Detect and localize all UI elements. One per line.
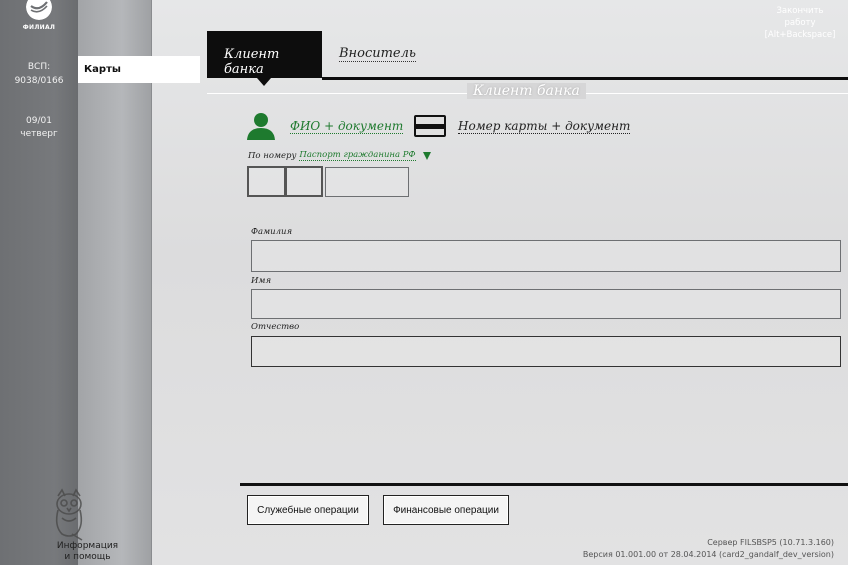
search-mode-card[interactable]: Номер карты + документ [414,112,631,140]
owl-icon[interactable] [48,486,90,542]
tab-depositor[interactable]: Вноситель [339,46,416,62]
bank-logo: ФИЛИАЛ [0,0,78,40]
help-link[interactable]: Информация и помощь [30,541,145,563]
help-label-line2: и помощь [64,552,111,562]
left-rail: ФИЛИАЛ ВСП: 9038/0166 09/01 четверг [0,0,78,565]
exit-label-line1: Закончить [776,6,824,16]
lastname-label: Фамилия [251,227,293,237]
tab-underline [322,77,848,80]
document-type-select[interactable]: Паспорт гражданина РФ [299,150,416,161]
tab-bank-client[interactable]: Клиент банка [207,31,322,78]
menu-column [78,0,152,565]
lastname-input[interactable] [251,240,841,272]
financial-operations-button[interactable]: Финансовые операции [383,495,509,525]
bottom-divider [240,483,848,486]
document-type-line: По номеру Паспорт гражданина РФ [248,150,431,161]
exit-shortcut: [Alt+Backspace] [764,30,836,40]
triangle-down-icon[interactable] [422,151,431,160]
section-title: Клиент банка [467,83,586,99]
search-mode-card-label: Номер карты + документ [458,118,631,134]
menu-item-cards[interactable]: Карты [78,56,200,83]
weekday-value: четверг [20,129,58,139]
logo-icon [26,0,52,20]
exit-label-line2: работу [784,18,816,28]
search-mode-fio-label: ФИО + документ [290,118,404,134]
server-name: Сервер FILSBSP5 (10.71.3.160) [707,538,834,547]
passport-number-input[interactable] [325,167,409,197]
patronymic-label: Отчество [251,322,300,332]
version-info: Версия 01.001.00 от 28.04.2014 (card2_ga… [582,550,834,559]
vsp-info: ВСП: 9038/0166 [0,60,78,88]
logo-text: ФИЛИАЛ [22,24,56,31]
document-prefix: По номеру [248,150,297,161]
passport-series-part2-input[interactable] [285,166,323,197]
firstname-input[interactable] [251,289,841,319]
card-icon [414,115,446,137]
patronymic-input[interactable] [251,336,841,367]
server-info: Сервер FILSBSP5 (10.71.3.160) Версия 01.… [583,537,834,561]
passport-series-part1-input[interactable] [247,166,286,197]
date-value: 09/01 [26,116,52,126]
date-info: 09/01 четверг [0,115,78,141]
vsp-label: ВСП: [27,62,51,72]
search-mode-fio[interactable]: ФИО + документ [246,112,404,140]
vsp-value: 9038/0166 [14,76,64,86]
help-label-line1: Информация [56,541,119,551]
exit-button[interactable]: Закончить работу [Alt+Backspace] [752,5,848,41]
service-operations-button[interactable]: Служебные операции [247,495,369,525]
active-tab-pointer [257,78,271,86]
person-icon [247,113,275,140]
firstname-label: Имя [251,276,272,286]
